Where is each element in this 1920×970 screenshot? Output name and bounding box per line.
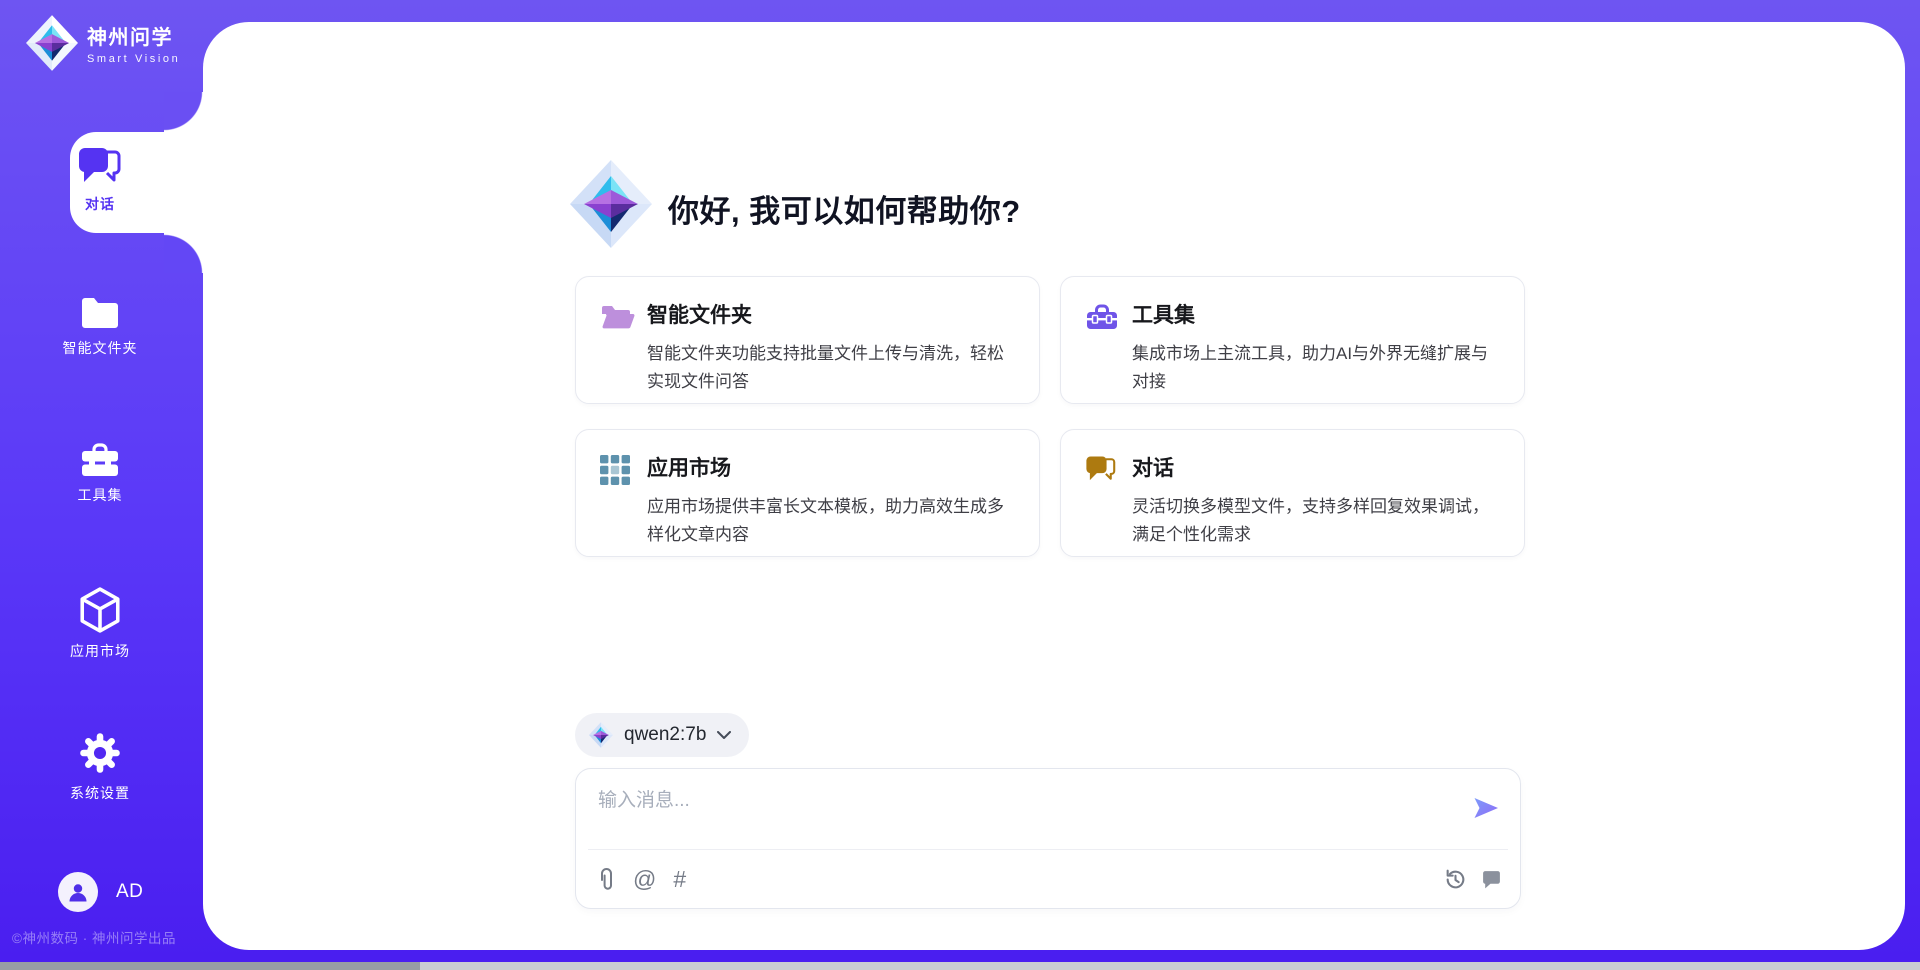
brand-diamond-icon <box>570 160 652 248</box>
card-description: 集成市场上主流工具，助力AI与外界无缝扩展与对接 <box>1132 340 1504 396</box>
card-title: 智能文件夹 <box>647 299 1019 329</box>
message-input[interactable] <box>596 783 1450 845</box>
history-button[interactable] <box>1444 868 1467 891</box>
message-composer: @ # <box>575 768 1521 909</box>
new-chat-icon <box>1481 869 1502 890</box>
app-background: 神州问学 Smart Vision 对话 智能文件夹 工具集 <box>0 0 1920 962</box>
brand: 神州问学 Smart Vision <box>26 15 180 71</box>
card-app-market[interactable]: 应用市场 应用市场提供丰富长文本模板，助力高效生成多样化文章内容 <box>575 429 1040 557</box>
sidebar-item-apps[interactable]: 应用市场 <box>0 587 200 661</box>
attachment-icon <box>596 866 616 893</box>
chat-bubbles-icon <box>77 146 123 186</box>
card-toolset[interactable]: 工具集 集成市场上主流工具，助力AI与外界无缝扩展与对接 <box>1060 276 1525 404</box>
sidebar-item-chat[interactable]: 对话 <box>0 146 200 214</box>
card-smart-folders[interactable]: 智能文件夹 智能文件夹功能支持批量文件上传与清洗，轻松实现文件问答 <box>575 276 1040 404</box>
new-chat-button[interactable] <box>1481 869 1502 890</box>
avatar <box>58 872 98 912</box>
send-button[interactable] <box>1472 795 1500 826</box>
card-description: 灵活切换多模型文件，支持多样回复效果调试，满足个性化需求 <box>1132 493 1504 549</box>
toolbox-icon <box>79 442 121 476</box>
card-title: 对话 <box>1132 452 1504 482</box>
card-chat[interactable]: 对话 灵活切换多模型文件，支持多样回复效果调试，满足个性化需求 <box>1060 429 1525 557</box>
hero-logo <box>570 160 652 253</box>
send-icon <box>1472 795 1500 821</box>
chat-bubbles-icon <box>1085 452 1121 556</box>
horizontal-scrollbar-track <box>0 962 1920 970</box>
brand-name: 神州问学 <box>87 21 180 50</box>
composer-divider <box>588 849 1508 850</box>
sidebar-footer: ©神州数码 · 神州问学出品 <box>12 927 176 947</box>
greeting-title: 你好, 我可以如何帮助你? <box>668 186 1021 231</box>
sidebar-item-label: 应用市场 <box>70 641 130 661</box>
active-tab-scoop-bottom <box>164 232 205 273</box>
brand-subtitle: Smart Vision <box>87 53 180 65</box>
model-selector[interactable]: qwen2:7b <box>575 713 749 757</box>
hashtag-button[interactable]: # <box>673 868 686 891</box>
sidebar-item-settings[interactable]: 系统设置 <box>0 730 200 803</box>
sidebar-item-label: 工具集 <box>78 485 123 505</box>
feature-cards: 智能文件夹 智能文件夹功能支持批量文件上传与清洗，轻松实现文件问答 工具集 集成… <box>575 276 1525 557</box>
sidebar-item-label: 系统设置 <box>70 783 130 803</box>
card-description: 应用市场提供丰富长文本模板，助力高效生成多样化文章内容 <box>647 493 1019 549</box>
horizontal-scrollbar-thumb[interactable] <box>0 962 420 970</box>
folder-open-icon <box>600 299 636 403</box>
model-name: qwen2:7b <box>624 724 706 746</box>
toolbox-icon <box>1085 299 1121 403</box>
card-description: 智能文件夹功能支持批量文件上传与清洗，轻松实现文件问答 <box>647 340 1019 396</box>
brand-logo-icon <box>26 15 78 71</box>
sidebar-item-tools[interactable]: 工具集 <box>0 442 200 505</box>
user-initials: AD <box>116 881 143 903</box>
user-profile[interactable]: AD <box>58 872 143 912</box>
attachment-button[interactable] <box>596 866 616 893</box>
active-tab-scoop-top <box>164 92 205 133</box>
model-logo-icon <box>589 722 613 748</box>
chevron-down-icon <box>717 731 731 739</box>
sidebar-item-label: 对话 <box>85 194 115 214</box>
person-icon <box>66 880 90 904</box>
mention-button[interactable]: @ <box>633 868 656 891</box>
grid-icon <box>600 452 636 556</box>
history-icon <box>1444 868 1467 891</box>
folder-icon <box>79 296 121 328</box>
card-title: 应用市场 <box>647 452 1019 482</box>
sidebar-item-label: 智能文件夹 <box>63 338 138 358</box>
cube-icon <box>79 587 121 633</box>
card-title: 工具集 <box>1132 299 1504 329</box>
sidebar-item-folders[interactable]: 智能文件夹 <box>0 296 200 358</box>
gear-icon <box>78 730 122 776</box>
